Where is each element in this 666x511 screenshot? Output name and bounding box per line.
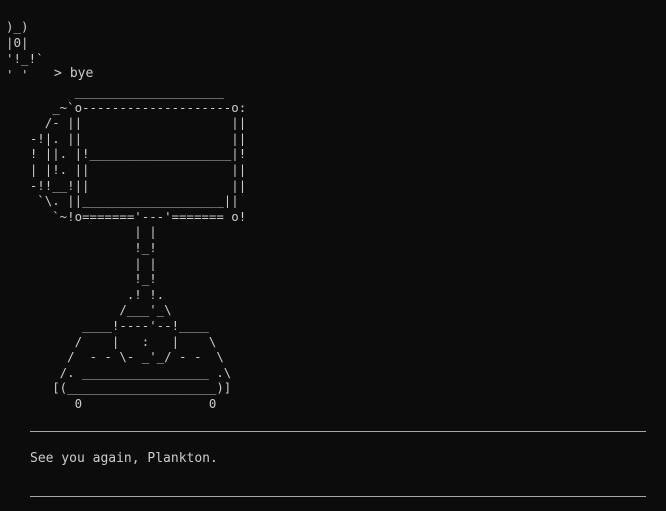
ascii-art-container: ____________________ _~`o---------------… xyxy=(0,84,246,411)
command-text: bye xyxy=(69,66,94,81)
terminal-window: )_) |0| '!_!` ' ' > bye _________________… xyxy=(0,0,666,511)
prompt-symbol: > xyxy=(54,66,62,81)
ascii-art-computer-wife: ____________________ _~`o---------------… xyxy=(29,84,247,411)
divider-top xyxy=(30,431,646,432)
ascii-art-plankton-icon: )_) |0| '!_!` ' ' xyxy=(6,19,44,82)
command-prompt-line: > bye xyxy=(54,66,93,82)
divider-bottom xyxy=(30,496,646,497)
farewell-message: See you again, Plankton. xyxy=(30,451,218,466)
